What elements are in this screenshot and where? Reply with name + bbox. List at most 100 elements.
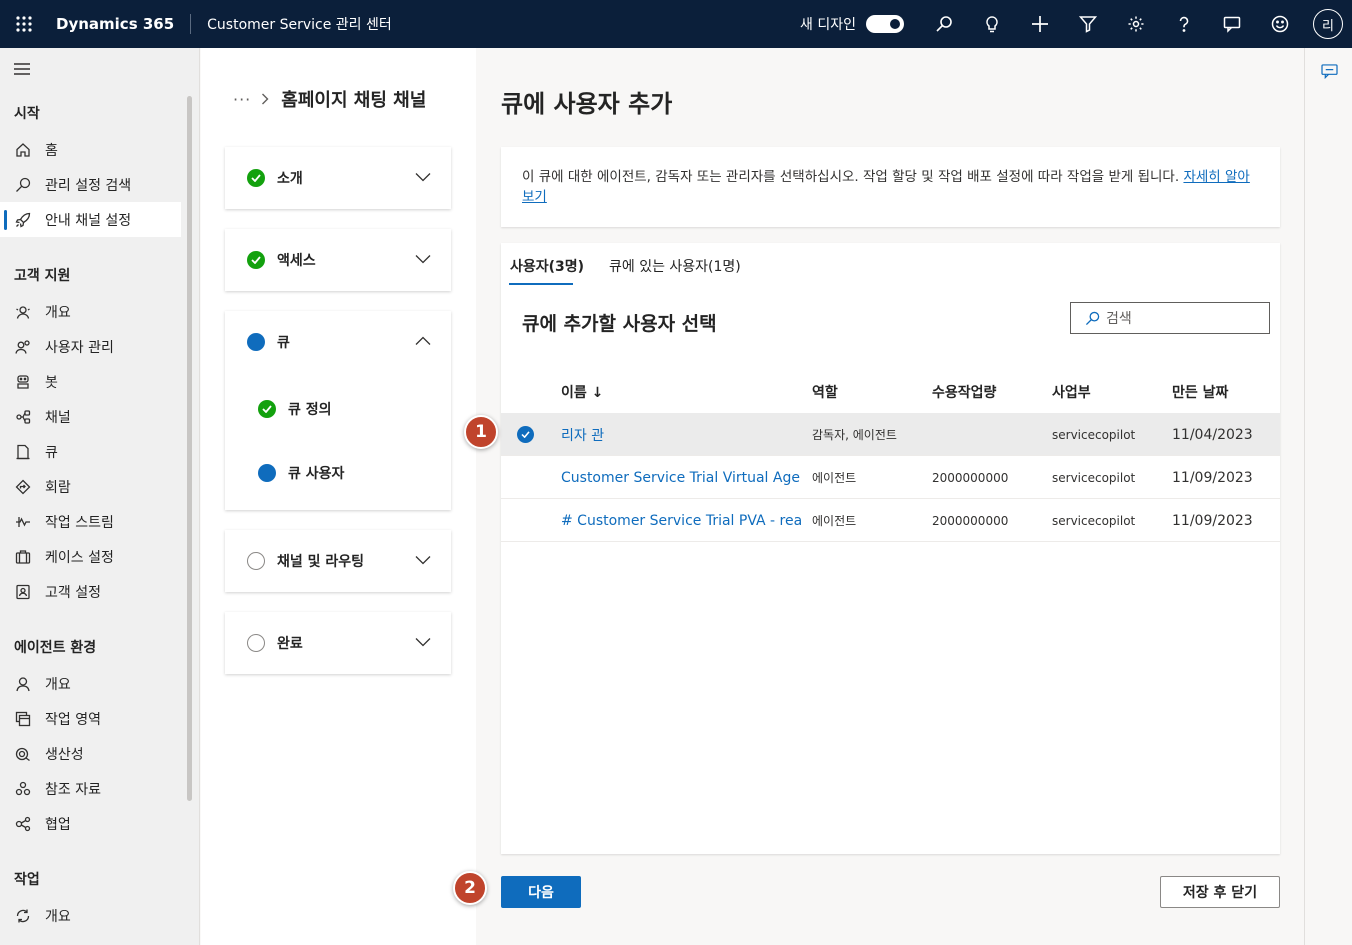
step-card-intro[interactable]: 소개 <box>225 147 451 209</box>
nav-item-workspaces[interactable]: 작업 영역 <box>0 701 181 736</box>
nav-item-home[interactable]: 홈 <box>0 132 181 167</box>
nav-item-case-settings[interactable]: 케이스 설정 <box>0 539 181 574</box>
nav-item-label: 관리 설정 검색 <box>45 177 132 194</box>
step-card-queue[interactable]: 큐 큐 정의 큐 사용자 <box>225 311 451 510</box>
app-launcher-icon[interactable] <box>0 0 48 48</box>
nav-group-customer-support: 고객 지원 <box>14 268 71 284</box>
row-name-link[interactable]: Customer Service Trial Virtual Agent Cu <box>561 456 801 499</box>
feedback-icon[interactable] <box>1208 0 1256 48</box>
row-business-unit: servicecopilot <box>1052 427 1136 442</box>
row-checkbox[interactable] <box>517 426 534 443</box>
app-name[interactable]: Dynamics 365 <box>56 15 174 33</box>
smiley-icon[interactable] <box>1256 0 1304 48</box>
nav-item-label: 작업 스트림 <box>45 514 114 531</box>
chevron-up-icon[interactable] <box>415 334 431 350</box>
substep-queue-users[interactable]: 큐 사용자 <box>225 463 451 483</box>
channel-icon <box>14 408 32 426</box>
search-input[interactable]: 검색 <box>1070 302 1270 334</box>
check-circle-icon <box>247 251 265 269</box>
column-header-business-unit[interactable]: 사업부 <box>1052 382 1091 402</box>
people-icon <box>14 338 32 356</box>
row-name-link[interactable]: # Customer Service Trial PVA - readonly <box>561 499 801 542</box>
plus-icon[interactable] <box>1016 0 1064 48</box>
help-icon[interactable] <box>1160 0 1208 48</box>
callout-badge-2: 2 <box>453 871 487 905</box>
nav-item-bots[interactable]: 봇 <box>0 364 181 399</box>
search-icon[interactable] <box>920 0 968 48</box>
column-header-name[interactable]: 이름 ↓ <box>561 382 603 402</box>
row-capacity <box>932 413 1047 456</box>
chevron-down-icon[interactable] <box>415 553 431 569</box>
left-nav: 시작 홈 관리 설정 검색 안내 채널 설정 고객 지원 개요 사용자 관리 봇… <box>0 48 200 945</box>
nav-item-label: 생산성 <box>45 746 84 763</box>
row-role: 감독자, 에이전트 <box>812 428 897 442</box>
step-card-channels-routing[interactable]: 채널 및 라우팅 <box>225 530 451 592</box>
search-placeholder: 검색 <box>1106 311 1132 327</box>
save-and-close-button[interactable]: 저장 후 닫기 <box>1160 876 1280 908</box>
person-icon <box>14 675 32 693</box>
nav-item-search-settings[interactable]: 관리 설정 검색 <box>0 167 181 202</box>
nav-item-label: 케이스 설정 <box>45 549 114 566</box>
column-header-created-on[interactable]: 만든 날짜 <box>1172 382 1228 402</box>
step-card-access[interactable]: 액세스 <box>225 229 451 291</box>
nav-item-label: 큐 <box>45 444 58 461</box>
nav-item-queues[interactable]: 큐 <box>0 434 181 469</box>
nav-item-label: 회람 <box>45 479 71 496</box>
breadcrumb-overflow[interactable]: ··· <box>233 90 251 109</box>
next-button[interactable]: 다음 <box>501 876 581 908</box>
chevron-down-icon[interactable] <box>415 170 431 186</box>
step-label: 완료 <box>277 636 303 652</box>
nav-item-ae-overview[interactable]: 개요 <box>0 666 181 701</box>
chevron-down-icon[interactable] <box>415 252 431 268</box>
column-header-capacity[interactable]: 수용작업량 <box>932 382 996 402</box>
substep-queue-define[interactable]: 큐 정의 <box>225 399 451 419</box>
filter-icon[interactable] <box>1064 0 1112 48</box>
page-title: 큐에 사용자 추가 <box>501 90 673 118</box>
nav-item-routing[interactable]: 회람 <box>0 469 181 504</box>
hamburger-icon[interactable] <box>13 62 31 80</box>
knowledge-icon <box>14 780 32 798</box>
row-created-on: 11/04/2023 <box>1172 426 1253 443</box>
current-step-icon <box>247 333 265 351</box>
briefcase-icon <box>14 548 32 566</box>
lightbulb-icon[interactable] <box>968 0 1016 48</box>
nav-group-operations: 작업 <box>14 872 40 888</box>
nav-item-channels[interactable]: 채널 <box>0 399 181 434</box>
breadcrumb: ··· 홈페이지 채팅 채널 <box>233 86 426 112</box>
table-row[interactable]: Customer Service Trial Virtual Agent Cu … <box>501 456 1280 499</box>
panel-title: 큐에 추가할 사용자 선택 <box>522 313 717 335</box>
nav-item-productivity[interactable]: 생산성 <box>0 736 181 771</box>
column-header-role[interactable]: 역할 <box>812 382 838 402</box>
tab-users[interactable]: 사용자(3명) <box>510 256 584 276</box>
tab-users-in-queue[interactable]: 큐에 있는 사용자(1명) <box>609 256 741 276</box>
row-business-unit: servicecopilot <box>1052 470 1136 485</box>
table-row[interactable]: # Customer Service Trial PVA - readonly … <box>501 499 1280 542</box>
row-name-link[interactable]: 리자 관 <box>561 413 801 456</box>
nav-item-guided-channel-setup[interactable]: 안내 채널 설정 <box>0 202 181 237</box>
settings-icon[interactable] <box>1112 0 1160 48</box>
nav-group-agent-experience: 에이전트 환경 <box>14 640 97 656</box>
home-icon <box>14 141 32 159</box>
productivity-icon <box>14 745 32 763</box>
table-row[interactable]: 리자 관 감독자, 에이전트 servicecopilot 11/04/2023 <box>501 413 1280 456</box>
wizard-steps-panel: ··· 홈페이지 채팅 채널 소개 액세스 큐 큐 정의 큐 사용자 채널 및 … <box>201 48 476 945</box>
overview-icon <box>14 303 32 321</box>
nav-item-customer-settings[interactable]: 고객 설정 <box>0 574 181 609</box>
chat-icon[interactable] <box>1321 64 1338 83</box>
nav-scrollbar[interactable] <box>187 96 192 801</box>
top-bar: Dynamics 365 Customer Service 관리 센터 새 디자… <box>0 0 1352 48</box>
new-design-toggle[interactable] <box>866 15 904 33</box>
nav-item-cs-overview[interactable]: 개요 <box>0 294 181 329</box>
nav-item-collaboration[interactable]: 협업 <box>0 806 181 841</box>
step-card-finish[interactable]: 완료 <box>225 612 451 674</box>
chevron-right-icon <box>261 89 269 110</box>
chevron-down-icon[interactable] <box>415 635 431 651</box>
nav-item-workstreams[interactable]: 작업 스트림 <box>0 504 181 539</box>
nav-item-ops-overview[interactable]: 개요 <box>0 898 181 933</box>
info-text: 이 큐에 대한 에이전트, 감독자 또는 관리자를 선택하십시오. 작업 할당 … <box>522 169 1180 185</box>
area-name[interactable]: Customer Service 관리 센터 <box>207 14 392 34</box>
avatar[interactable]: 리 <box>1313 9 1343 39</box>
nav-item-user-management[interactable]: 사용자 관리 <box>0 329 181 364</box>
nav-item-knowledge[interactable]: 참조 자료 <box>0 771 181 806</box>
info-box: 이 큐에 대한 에이전트, 감독자 또는 관리자를 선택하십시오. 작업 할당 … <box>501 147 1280 227</box>
